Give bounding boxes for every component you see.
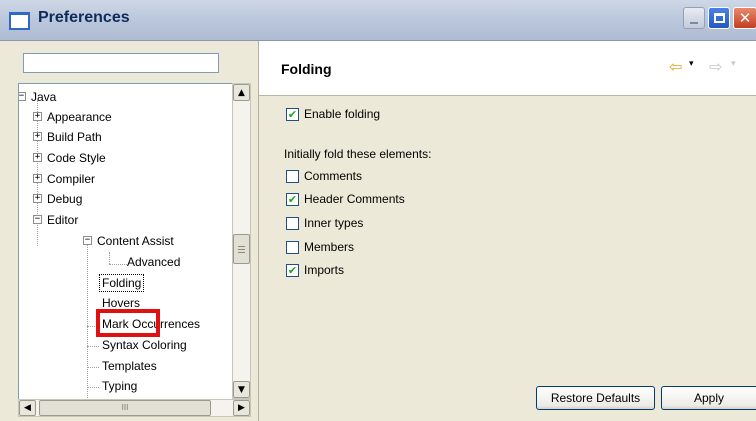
expand-icon[interactable]: + bbox=[33, 112, 42, 121]
page-title: Folding bbox=[281, 61, 332, 77]
preference-navigation-pane: − Java + Appearance + Build Path + Code … bbox=[0, 41, 259, 421]
tree-item-label: Compiler bbox=[47, 172, 96, 186]
forward-history-dropdown-icon[interactable]: ▾ bbox=[731, 59, 736, 69]
comments-checkbox[interactable] bbox=[286, 170, 299, 183]
tree-connector bbox=[87, 387, 99, 388]
members-checkbox[interactable] bbox=[286, 241, 299, 254]
collapse-icon[interactable]: − bbox=[33, 215, 42, 224]
header-comments-checkbox[interactable]: ✔ bbox=[286, 193, 299, 206]
selection-highlight-box bbox=[96, 309, 160, 337]
tree-connector bbox=[87, 346, 99, 347]
window-icon bbox=[9, 12, 30, 30]
collapse-icon[interactable]: − bbox=[19, 92, 26, 101]
scroll-right-button[interactable]: ▶ bbox=[233, 400, 250, 416]
scroll-up-button[interactable]: ▲ bbox=[233, 84, 250, 101]
tree-connector bbox=[109, 252, 110, 264]
tree-item-label-selected: Folding bbox=[99, 274, 145, 292]
enable-folding-label[interactable]: Enable folding bbox=[304, 107, 380, 121]
scroll-down-button[interactable]: ▼ bbox=[233, 381, 250, 398]
tree-item-label: Appearance bbox=[47, 110, 112, 124]
tree-item-label: Java bbox=[31, 90, 57, 104]
tree-item-label: Code Style bbox=[47, 151, 106, 165]
title-bar: Preferences ✕ bbox=[0, 0, 756, 41]
inner-types-label[interactable]: Inner types bbox=[304, 216, 363, 230]
tree-item-label: Debug bbox=[47, 192, 83, 206]
tree-item-label: Editor bbox=[47, 213, 79, 227]
header-comments-label[interactable]: Header Comments bbox=[304, 192, 405, 206]
horizontal-scroll-thumb[interactable]: III bbox=[39, 400, 211, 416]
fold-elements-section-label: Initially fold these elements: bbox=[284, 147, 432, 161]
scroll-left-button[interactable]: ◀ bbox=[19, 400, 36, 416]
minimize-icon bbox=[690, 22, 698, 24]
tree-connector bbox=[109, 264, 127, 265]
tree-connector bbox=[87, 240, 88, 400]
back-history-dropdown-icon[interactable]: ▾ bbox=[689, 59, 694, 69]
tree-item-label: Templates bbox=[102, 359, 157, 373]
window-title: Preferences bbox=[38, 9, 130, 26]
maximize-button[interactable] bbox=[708, 7, 730, 29]
restore-defaults-button[interactable]: Restore Defaults bbox=[536, 386, 655, 410]
tree-item-label: Build Path bbox=[47, 130, 102, 144]
tree-item-label: Content Assist bbox=[97, 234, 174, 248]
page-header: Folding ⇦ ▾ ⇨ ▾ bbox=[259, 41, 756, 96]
collapse-icon[interactable]: − bbox=[83, 236, 92, 245]
imports-checkbox[interactable]: ✔ bbox=[286, 264, 299, 277]
comments-label[interactable]: Comments bbox=[304, 169, 362, 183]
imports-label[interactable]: Imports bbox=[304, 263, 344, 277]
tree-item-label: Typing bbox=[102, 379, 138, 393]
expand-icon[interactable]: + bbox=[33, 194, 42, 203]
inner-types-checkbox[interactable] bbox=[286, 217, 299, 230]
close-button[interactable]: ✕ bbox=[733, 7, 756, 29]
apply-button[interactable]: Apply bbox=[661, 386, 756, 410]
tree-vertical-scrollbar[interactable]: ▲ ▼ bbox=[232, 83, 251, 399]
preference-page: Folding ⇦ ▾ ⇨ ▾ ✔ Enable folding Initial… bbox=[259, 41, 756, 421]
expand-icon[interactable]: + bbox=[33, 174, 42, 183]
tree-connector bbox=[87, 367, 99, 368]
preference-tree: − Java + Appearance + Build Path + Code … bbox=[18, 83, 233, 401]
enable-folding-checkbox[interactable]: ✔ bbox=[286, 108, 299, 121]
filter-input[interactable] bbox=[23, 53, 219, 73]
tree-item-label: Syntax Coloring bbox=[102, 338, 187, 352]
expand-icon[interactable]: + bbox=[33, 153, 42, 162]
expand-icon[interactable]: + bbox=[33, 132, 42, 141]
tree-horizontal-scrollbar[interactable]: ◀ III ▶ bbox=[18, 399, 251, 417]
tree-item-label: Advanced bbox=[127, 255, 181, 269]
scroll-thumb[interactable] bbox=[233, 234, 250, 264]
back-arrow-icon[interactable]: ⇦ bbox=[669, 57, 682, 76]
forward-arrow-icon[interactable]: ⇨ bbox=[709, 57, 722, 76]
close-icon: ✕ bbox=[738, 8, 752, 27]
members-label[interactable]: Members bbox=[304, 240, 354, 254]
maximize-icon bbox=[713, 13, 725, 23]
minimize-button[interactable] bbox=[683, 7, 705, 29]
